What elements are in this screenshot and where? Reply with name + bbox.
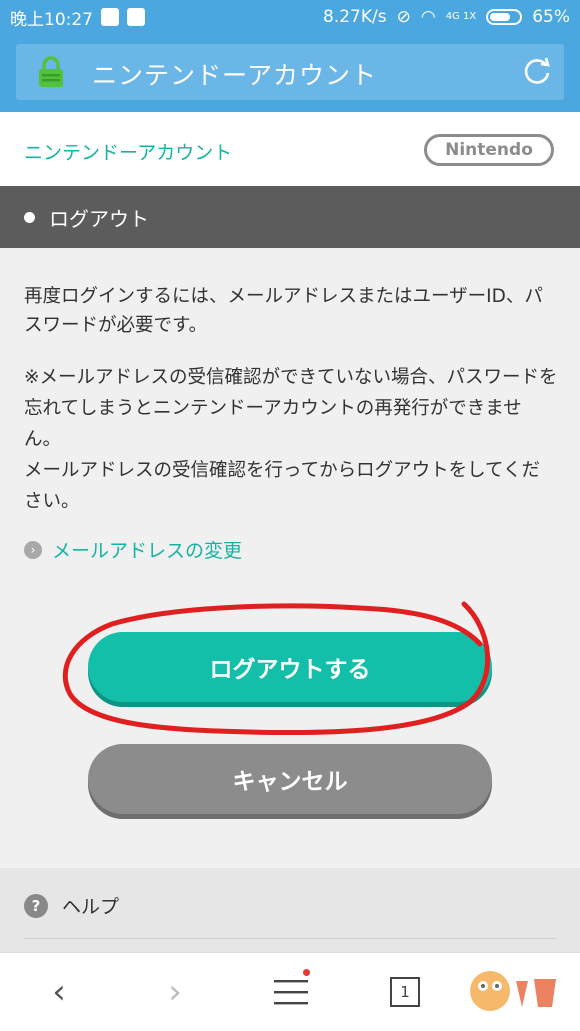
battery-percent: 65% — [532, 7, 570, 27]
network-speed: 8.27K/s — [323, 7, 387, 27]
wifi-icon: ◠ — [420, 7, 436, 27]
warning-line-2: メールアドレスの受信確認を行ってからログアウトをしてください。 — [24, 460, 540, 512]
browser-toolbar: ニンテンドーアカウント — [0, 34, 580, 112]
brand-link[interactable]: ニンテンドーアカウント — [24, 138, 232, 165]
tab-count: 1 — [390, 977, 420, 1007]
chevron-right-icon: › — [24, 540, 42, 559]
help-section: ? ヘルプ — [0, 868, 580, 952]
reload-icon[interactable] — [522, 56, 552, 86]
section-title: ログアウト — [49, 206, 149, 231]
page-title-in-address-bar: ニンテンドーアカウント — [92, 61, 378, 90]
notification-dot — [303, 969, 310, 976]
cancel-button[interactable]: キャンセル — [88, 744, 492, 814]
qq-notification-icon — [127, 8, 145, 26]
nintendo-logo: Nintendo — [424, 134, 554, 166]
help-link[interactable]: ? ヘルプ — [24, 892, 119, 919]
chevron-left-icon: ‹ — [52, 972, 66, 1012]
status-bar: 晚上10:27 8.27K/s ⊘ ◠ 4G 1X 65% — [0, 0, 580, 34]
hamburger-icon — [274, 980, 308, 1005]
main-content: 再度ログインするには、メールアドレスまたはユーザーID、パスワードが必要です。 … — [0, 248, 580, 868]
mute-icon: ⊘ — [396, 7, 411, 27]
divider — [24, 938, 556, 939]
warning-line-1: ※メールアドレスの受信確認ができていない場合、パスワードを忘れてしまうとニンテン… — [24, 367, 558, 450]
menu-button[interactable] — [266, 967, 316, 1017]
watermark-logo — [470, 971, 556, 1011]
question-icon: ? — [24, 893, 48, 918]
back-button[interactable]: ‹ — [34, 967, 84, 1017]
app-notification-icon — [101, 8, 119, 26]
warning-text: ※メールアドレスの受信確認ができていない場合、パスワードを忘れてしまうとニンテン… — [24, 362, 558, 517]
change-email-link[interactable]: › メールアドレスの変更 — [24, 536, 242, 563]
bullet-icon — [24, 211, 35, 223]
tabs-button[interactable]: 1 — [380, 967, 430, 1017]
browser-bottom-nav: ‹ › 1 — [0, 952, 580, 1031]
status-time: 晚上10:27 — [10, 9, 93, 30]
page-header: ニンテンドーアカウント Nintendo — [0, 112, 580, 186]
help-label: ヘルプ — [62, 896, 120, 918]
chevron-right-icon: › — [168, 972, 182, 1012]
address-bar[interactable]: ニンテンドーアカウント — [16, 44, 564, 100]
lock-icon — [39, 56, 63, 87]
red-annotation-circle — [62, 601, 491, 736]
forward-button[interactable]: › — [150, 967, 200, 1017]
signal-icon: 4G 1X — [445, 11, 477, 22]
login-requirement-text: 再度ログインするには、メールアドレスまたはユーザーID、パスワードが必要です。 — [24, 286, 543, 336]
section-header: ログアウト — [0, 186, 580, 248]
change-email-label: メールアドレスの変更 — [52, 540, 243, 562]
battery-icon — [486, 9, 523, 25]
